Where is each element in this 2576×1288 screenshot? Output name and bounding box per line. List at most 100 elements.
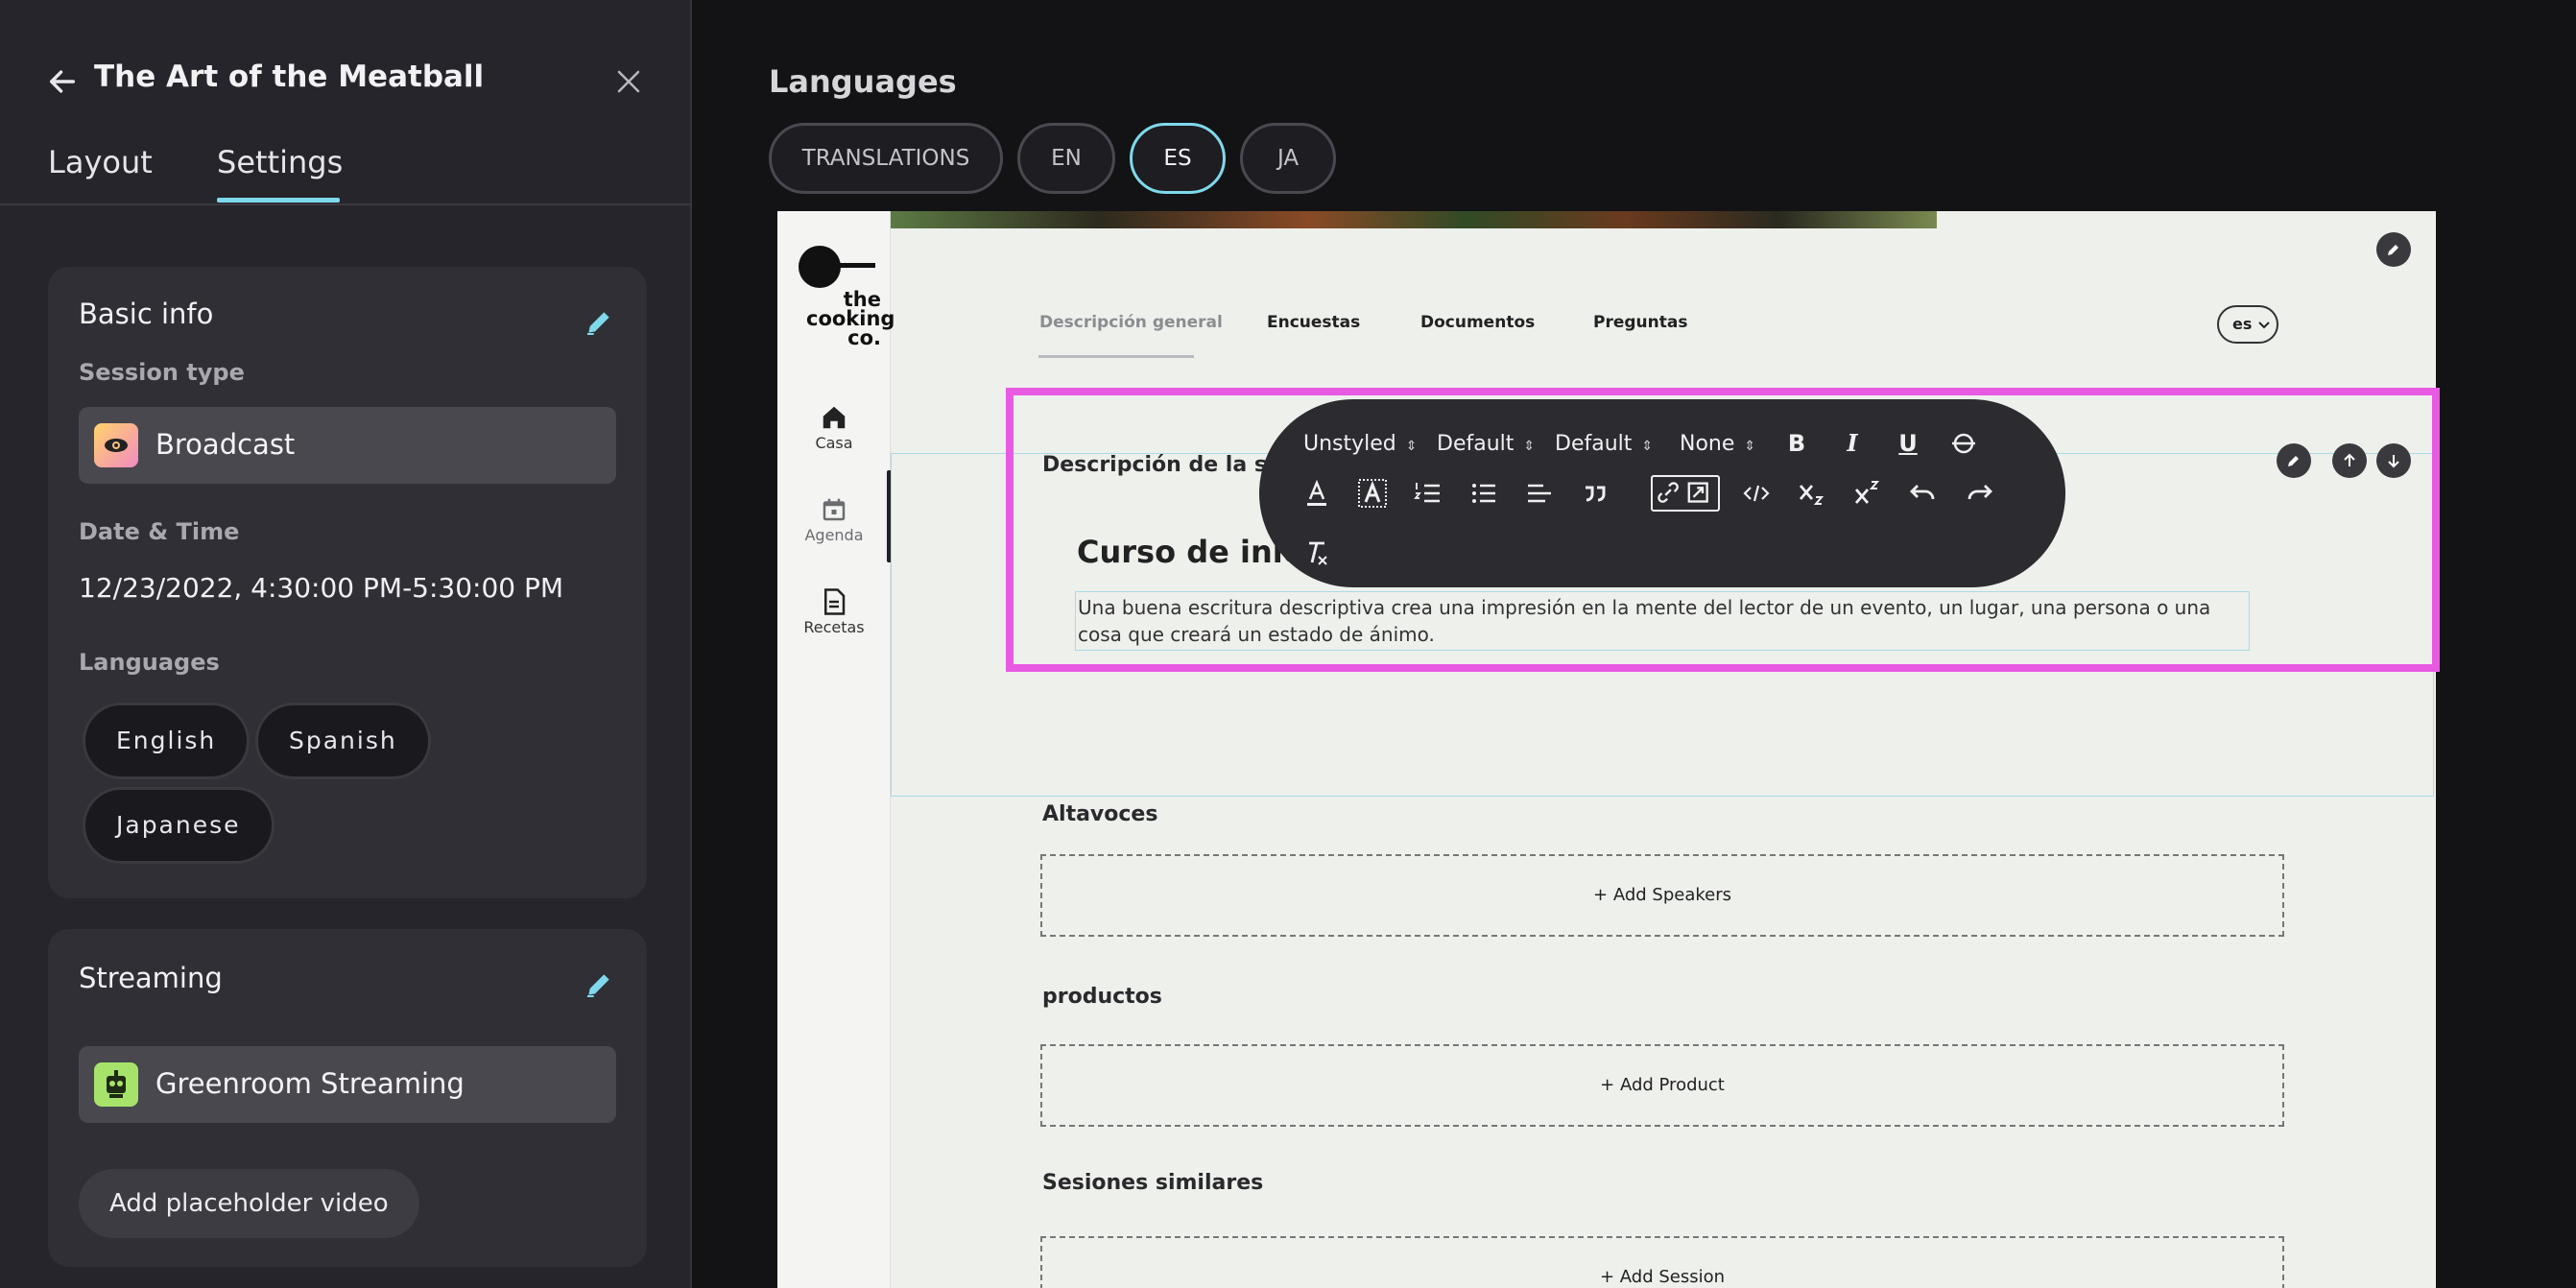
language-chip-english: English [83,703,250,779]
updown-icon: ⇕ [1744,439,1756,454]
strikethrough-icon[interactable] [1946,426,1981,461]
blockquote-icon[interactable] [1578,476,1612,511]
ordered-list-icon[interactable] [1411,476,1445,511]
streaming-card: Streaming Greenroom Streaming Add placeh… [48,929,647,1267]
nav-documentos[interactable]: Documentos [1420,313,1535,332]
bold-icon[interactable]: B [1779,426,1814,461]
language-select[interactable]: es [2217,305,2278,344]
updown-icon: ⇕ [1523,439,1536,454]
font-family-dropdown[interactable]: Default ⇕ [1555,432,1653,456]
block-type-value: Unstyled [1303,432,1396,456]
bullet-list-icon[interactable] [1467,476,1501,511]
line-height-value: None [1680,432,1735,456]
logo-text-line: co. [847,326,881,349]
sidebar-header: The Art of the Meatball Layout Settings [0,0,692,205]
code-icon[interactable] [1739,476,1774,511]
plus-icon: + [1593,885,1609,905]
edit-pencil-icon[interactable] [584,969,614,1000]
rail-item-agenda[interactable]: Agenda [777,495,891,544]
speakers-title: Altavoces [1042,802,1158,826]
close-icon[interactable] [614,67,643,96]
rich-text-toolbar: Unstyled ⇕ Default ⇕ Default ⇕ None ⇕ B I U [1259,399,2065,587]
tab-layout[interactable]: Layout [48,144,153,180]
align-left-icon[interactable] [1522,476,1557,511]
rail-item-recetas[interactable]: Recetas [777,587,891,636]
document-icon [824,588,846,615]
add-speakers-label: Add Speakers [1612,885,1731,905]
link-icon [1658,482,1708,503]
streaming-provider-select[interactable]: Greenroom Streaming [79,1046,616,1123]
clear-formatting-icon[interactable] [1300,536,1334,570]
language-chip-japanese: Japanese [83,787,274,864]
back-arrow-icon[interactable] [46,65,79,98]
tab-settings[interactable]: Settings [217,144,343,180]
undo-icon[interactable] [1906,476,1941,511]
session-type-label: Session type [79,359,245,386]
plus-icon: + [1600,1075,1615,1095]
line-height-dropdown[interactable]: None ⇕ [1680,432,1755,456]
tab-es[interactable]: ES [1130,123,1226,194]
calendar-icon [823,498,846,521]
nav-active-indicator [1038,355,1194,358]
home-icon [823,406,846,429]
broadcast-eye-icon [94,423,138,467]
superscript-icon[interactable] [1850,476,1885,511]
pencil-icon [2388,245,2398,255]
language-select-value: es [2232,315,2253,333]
languages-label: Languages [79,649,220,676]
add-session-area[interactable]: + Add Session [1040,1236,2284,1288]
updown-icon: ⇕ [1405,439,1418,454]
font-family-value: Default [1555,432,1633,456]
products-title: productos [1042,985,1162,1009]
chevron-down-icon [2258,322,2270,329]
edit-pencil-icon[interactable] [584,307,614,338]
basic-info-card: Basic info Session type Broadcast Date &… [48,267,647,898]
basic-info-title: Basic info [79,298,214,330]
highlight-icon[interactable] [1355,476,1390,511]
plus-icon: + [1599,1267,1615,1287]
logo-text-line: cooking [806,307,895,330]
add-placeholder-video-button[interactable]: Add placeholder video [79,1169,419,1238]
languages-heading: Languages [769,63,957,100]
hero-image [891,211,1937,228]
similar-sessions-title: Sesiones similares [1042,1171,1264,1195]
preview-left-rail: the cooking co. Casa Agenda Recetas [777,211,895,1288]
underline-icon[interactable]: U [1891,426,1925,461]
link-button[interactable] [1651,475,1720,512]
nav-preguntas[interactable]: Preguntas [1593,313,1687,332]
edit-hero-button[interactable] [2376,232,2411,267]
add-product-label: Add Product [1619,1075,1725,1095]
session-title: The Art of the Meatball [94,60,485,94]
subscript-icon[interactable] [1795,476,1829,511]
rail-label: Agenda [804,526,864,544]
rail-label: Recetas [803,618,865,636]
italic-icon[interactable]: I [1835,426,1870,461]
streaming-provider-value: Greenroom Streaming [155,1067,465,1100]
text-color-icon[interactable] [1300,476,1334,511]
updown-icon: ⇕ [1641,439,1654,454]
tab-en[interactable]: EN [1017,123,1115,194]
greenroom-robot-icon [94,1062,138,1107]
nav-descripcion-general[interactable]: Descripción general [1039,313,1223,332]
add-product-area[interactable]: + Add Product [1040,1044,2284,1127]
nav-encuestas[interactable]: Encuestas [1267,313,1360,332]
rail-item-casa[interactable]: Casa [777,403,891,452]
page-preview: the cooking co. Casa Agenda Recetas Desc… [777,211,2436,1288]
session-type-select[interactable]: Broadcast [79,407,616,484]
tab-ja[interactable]: JA [1240,123,1336,194]
add-speakers-area[interactable]: + Add Speakers [1040,854,2284,937]
redo-icon[interactable] [1962,476,1996,511]
session-type-value: Broadcast [155,428,296,461]
cooking-co-logo: the cooking co. [799,246,895,348]
font-size-value: Default [1437,432,1515,456]
add-session-label: Add Session [1619,1267,1726,1287]
language-chip-spanish: Spanish [255,703,431,779]
active-tab-indicator [217,198,340,203]
tab-translations[interactable]: TRANSLATIONS [769,123,1003,194]
font-size-dropdown[interactable]: Default ⇕ [1437,432,1535,456]
block-type-dropdown[interactable]: Unstyled ⇕ [1303,432,1418,456]
date-time-label: Date & Time [79,518,240,545]
date-time-value: 12/23/2022, 4:30:00 PM-5:30:00 PM [79,572,564,604]
settings-sidebar: The Art of the Meatball Layout Settings … [0,0,692,1288]
logo-text-line: the [843,288,881,311]
